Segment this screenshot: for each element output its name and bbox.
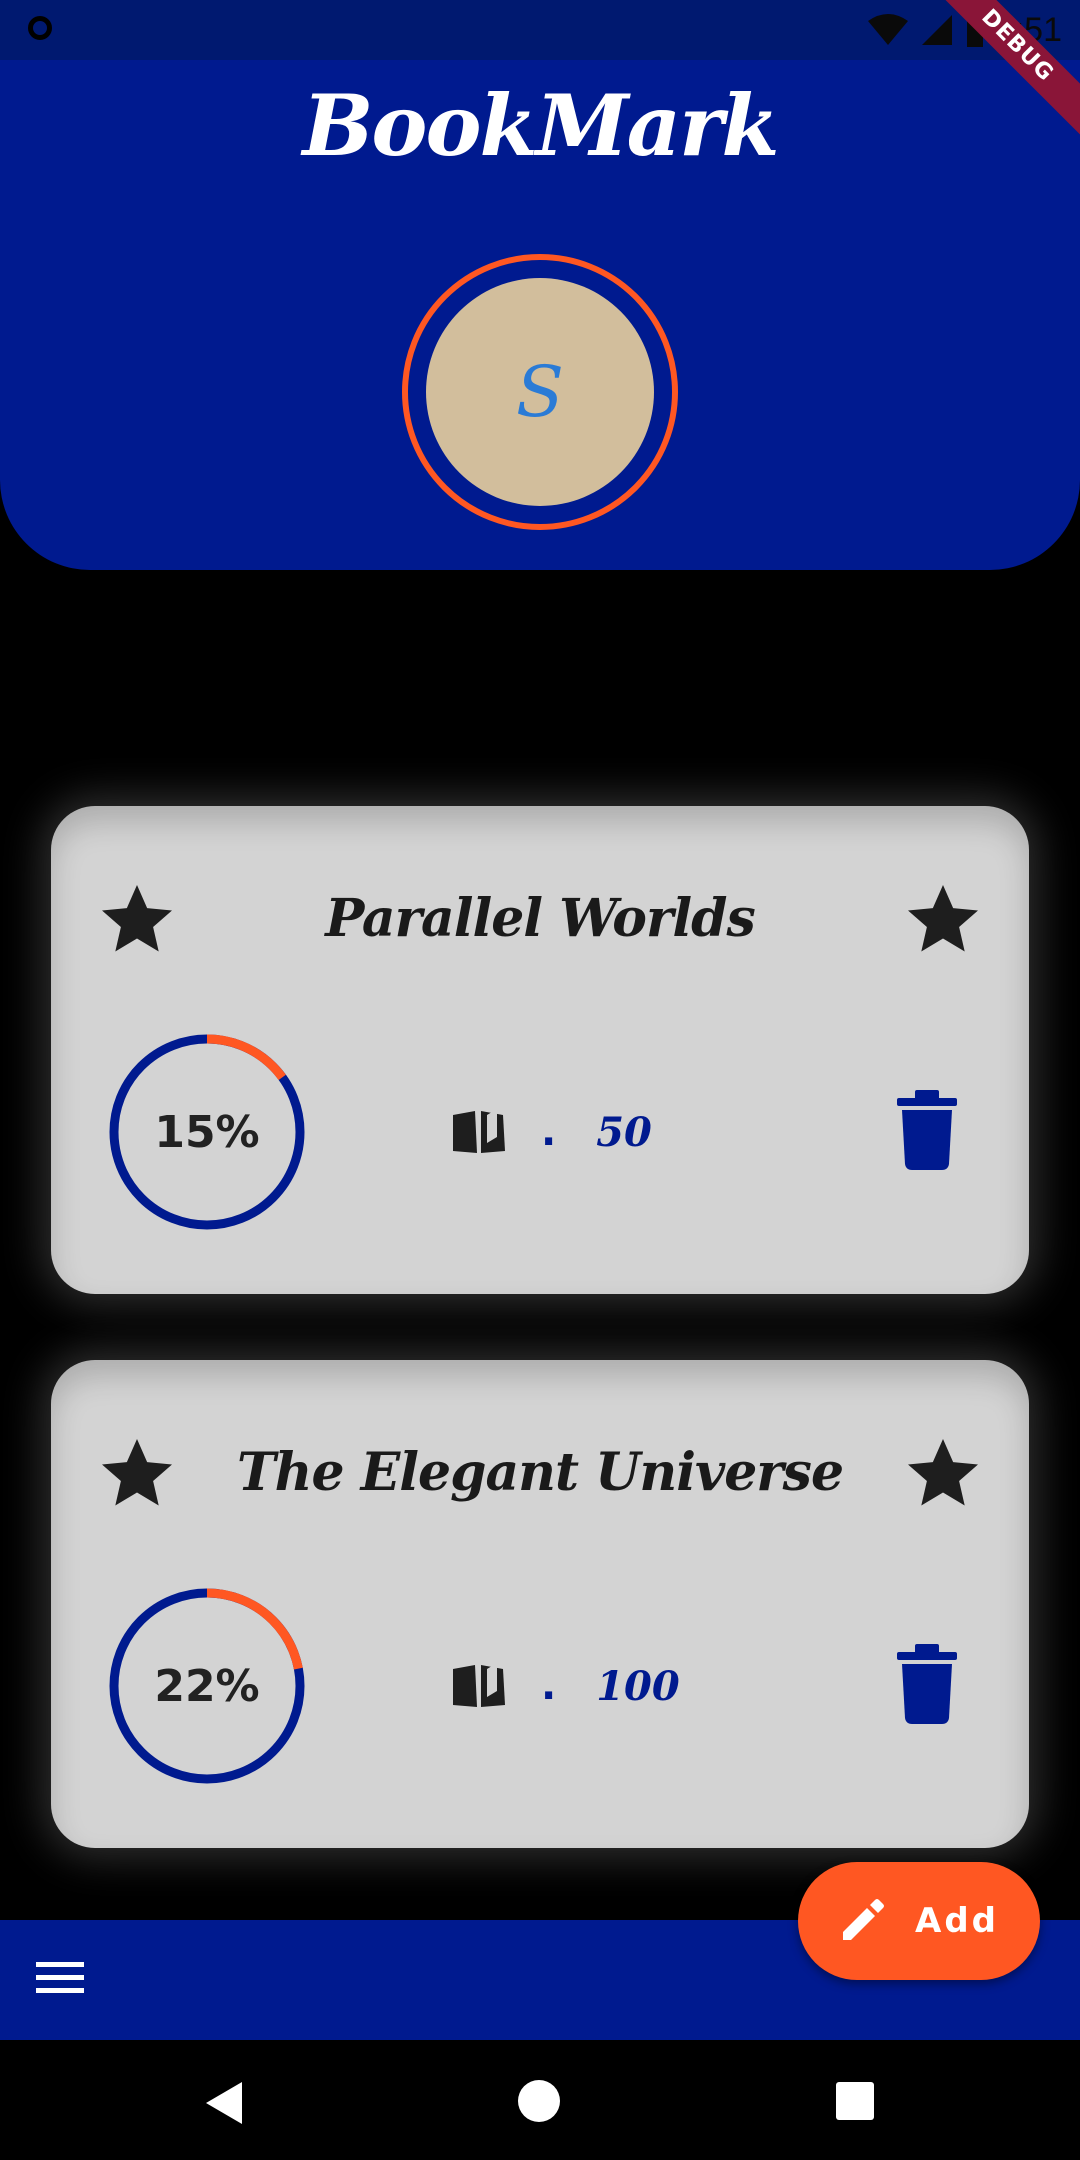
trash-icon	[897, 1644, 957, 1724]
recents-square-icon[interactable]	[836, 2082, 874, 2120]
signal-icon	[921, 15, 952, 45]
delete-button[interactable]	[897, 1090, 957, 1170]
pages-info: . 100	[451, 1650, 680, 1722]
book-open-icon	[451, 1661, 507, 1711]
progress-percent: 15%	[154, 1106, 260, 1158]
book-open-icon	[451, 1107, 507, 1157]
progress-ring: 15%	[107, 1032, 307, 1232]
progress-ring: 22%	[107, 1586, 307, 1786]
add-button[interactable]: Add	[798, 1862, 1040, 1980]
add-button-label: Add	[915, 1901, 999, 1941]
pages-info: . 50	[451, 1096, 652, 1168]
pages-separator: .	[541, 1109, 557, 1155]
book-card[interactable]: Parallel Worlds 15% . 50	[51, 806, 1029, 1294]
avatar[interactable]: S	[426, 278, 654, 506]
page-count: 100	[596, 1662, 680, 1710]
star-icon[interactable]	[95, 878, 179, 962]
star-icon[interactable]	[901, 878, 985, 962]
progress-percent: 22%	[154, 1660, 260, 1712]
star-icon[interactable]	[901, 1432, 985, 1516]
delete-button[interactable]	[897, 1644, 957, 1724]
back-triangle-icon[interactable]	[204, 2082, 244, 2124]
wifi-icon	[867, 14, 908, 45]
notification-dot-icon	[28, 16, 52, 40]
book-title: Parallel Worlds	[325, 888, 756, 949]
pencil-icon	[843, 1899, 884, 1940]
menu-icon[interactable]	[36, 1958, 84, 1998]
pages-separator: .	[541, 1663, 557, 1709]
app-title: BookMark	[302, 76, 779, 175]
star-icon[interactable]	[95, 1432, 179, 1516]
trash-icon	[897, 1090, 957, 1170]
status-bar: 8:51	[0, 0, 1080, 60]
book-card[interactable]: The Elegant Universe 22% . 100	[51, 1360, 1029, 1848]
app-header: BookMark S	[0, 0, 1080, 570]
home-circle-icon[interactable]	[518, 2080, 560, 2122]
book-title: The Elegant Universe	[236, 1442, 844, 1503]
page-count: 50	[596, 1108, 652, 1156]
